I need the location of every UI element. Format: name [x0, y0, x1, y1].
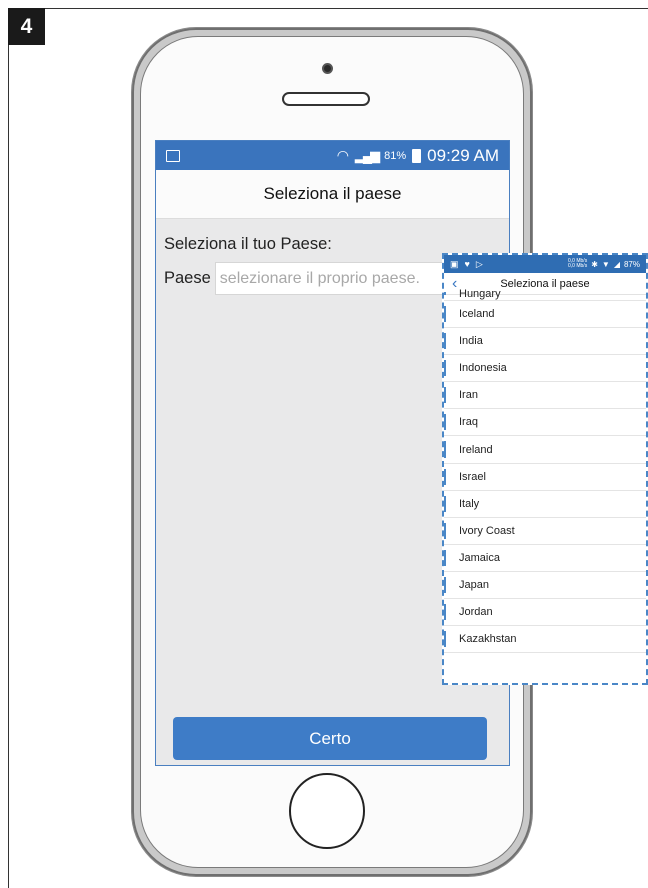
list-item[interactable]: Ivory Coast [444, 518, 646, 545]
list-item[interactable]: Israel [444, 464, 646, 491]
list-item[interactable]: Iraq [444, 409, 646, 437]
list-item[interactable]: Jamaica [444, 545, 646, 572]
earpiece-speaker-icon [282, 92, 370, 106]
list-item[interactable]: Kazakhstan [444, 626, 646, 654]
ok-button[interactable]: Certo [173, 717, 487, 760]
country-input[interactable]: selezionare il proprio paese. [214, 262, 455, 295]
list-item[interactable]: Italy [444, 491, 646, 518]
shield-icon: ♥ [464, 258, 470, 269]
list-item[interactable]: India [444, 328, 646, 356]
status-bar: ◠ ▂▄▆ 81% 09:29 AM [156, 141, 509, 170]
step-badge: 4 [8, 8, 45, 45]
battery-percent: 87% [623, 259, 640, 269]
battery-percent: 81% [384, 149, 407, 162]
list-item[interactable]: Iran [444, 382, 646, 410]
country-row: Paese selezionare il proprio paese. [164, 262, 455, 295]
list-item[interactable]: Iceland [444, 301, 646, 329]
country-label: Paese [164, 269, 211, 287]
net-down-speed: 0,0 Mb/s [568, 263, 588, 269]
wifi-icon: ▼ [601, 259, 610, 269]
list-item[interactable]: Japan [444, 572, 646, 600]
list-item[interactable]: Hungary [444, 287, 646, 301]
wifi-icon: ◠ [336, 147, 349, 163]
list-item[interactable]: Indonesia [444, 355, 646, 383]
list-item[interactable]: Jordan [444, 599, 646, 627]
gallery-icon [166, 149, 180, 162]
country-list-overlay: ▣ ♥ ▷ 0,0 Mb/s 0,0 Mb/s ✱ ▼ ◢ 87% ‹ Sele… [442, 253, 648, 685]
overlay-status-bar: ▣ ♥ ▷ 0,0 Mb/s 0,0 Mb/s ✱ ▼ ◢ 87% [444, 255, 646, 273]
front-camera-icon [322, 63, 333, 74]
bluetooth-icon: ✱ [591, 259, 598, 269]
signal-icon: ▂▄▆ [354, 147, 380, 163]
select-country-heading: Seleziona il tuo Paese: [164, 235, 332, 253]
home-button[interactable] [289, 773, 365, 849]
battery-icon [412, 148, 422, 163]
status-time: 09:29 AM [427, 145, 499, 165]
signal-icon: ◢ [613, 259, 620, 269]
image-icon: ▣ [450, 258, 459, 269]
page-title: Seleziona il paese [156, 170, 509, 219]
country-list: Hungary Iceland India Indonesia Iran Ira… [444, 287, 646, 654]
play-store-icon: ▷ [475, 258, 483, 269]
list-item[interactable]: Ireland [444, 436, 646, 464]
